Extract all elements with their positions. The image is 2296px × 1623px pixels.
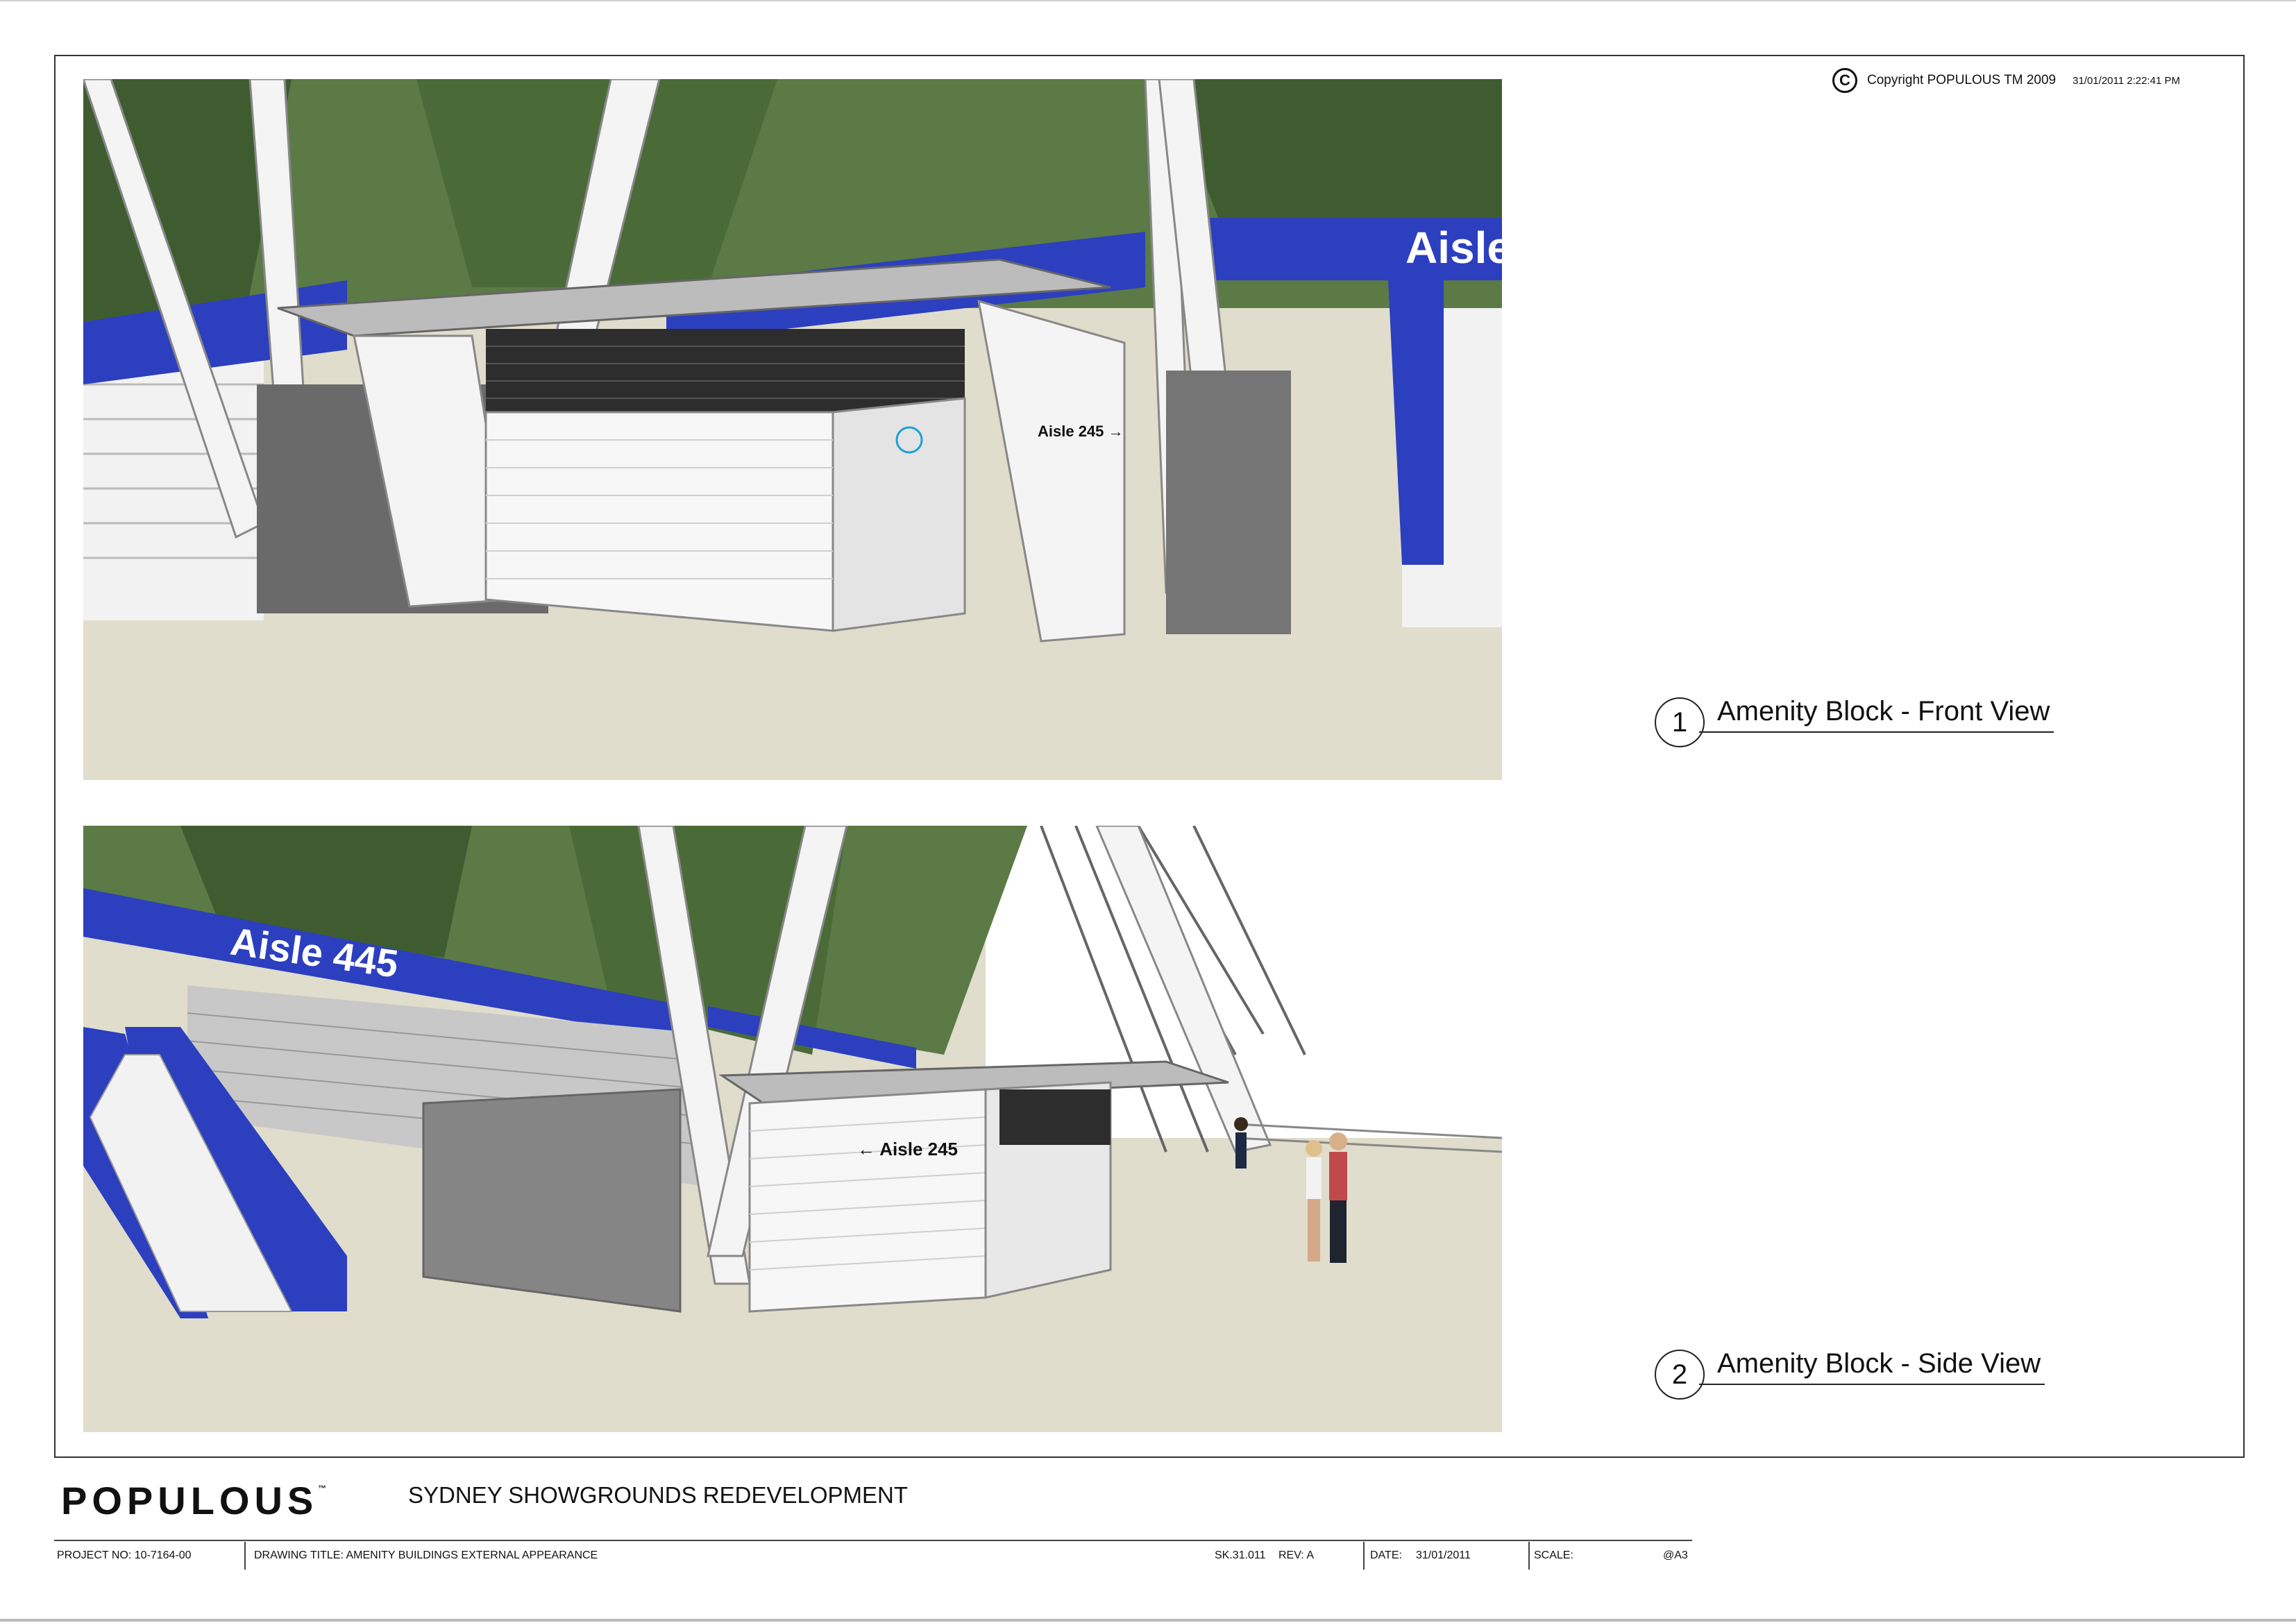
render-front-view: Aisle Aisle 245 →: [83, 79, 1502, 780]
date-label: DATE:: [1370, 1549, 1402, 1561]
view-1-callout: 1 Amenity Block - Front View: [1655, 696, 2054, 747]
aisle-245-sign-side: ← Aisle 245: [857, 1139, 958, 1159]
logo-text: POPULOUS: [61, 1479, 319, 1522]
render-side-view: Aisle 445 ← Aisle 245: [83, 826, 1502, 1432]
revision: REV: A: [1278, 1549, 1314, 1561]
view-2-callout: 2 Amenity Block - Side View: [1655, 1348, 2045, 1400]
copyright-text: Copyright POPULOUS TM 2009: [1867, 73, 2057, 87]
copyright-block: C Copyright POPULOUS TM 2009 31/01/2011 …: [1832, 65, 2180, 96]
project-title: SYDNEY SHOWGROUNDS REDEVELOPMENT: [408, 1482, 909, 1508]
drawing-title: DRAWING TITLE: AMENITY BUILDINGS EXTERNA…: [254, 1549, 598, 1561]
view-1-number: 1: [1655, 697, 1705, 747]
scale-label: SCALE:: [1534, 1549, 1573, 1561]
title-block-divider: [1528, 1542, 1530, 1570]
sheet-number: SK.31.011: [1215, 1549, 1266, 1561]
view-1-title: Amenity Block - Front View: [1699, 693, 2054, 733]
top-border-line: [0, 0, 2296, 1]
copyright-timestamp: 31/01/2011 2:22:41 PM: [2073, 74, 2180, 87]
aisle-sign-front: Aisle: [1406, 223, 1502, 273]
title-block-rule: [54, 1540, 1692, 1541]
date-value: 31/01/2011: [1416, 1549, 1471, 1561]
view-2-title: Amenity Block - Side View: [1699, 1345, 2045, 1385]
front-view-illustration: Aisle Aisle 245 →: [83, 79, 1502, 780]
title-block-divider: [1363, 1542, 1365, 1570]
bottom-border-line: [0, 1619, 2296, 1622]
populous-logo: POPULOUS™: [61, 1478, 326, 1523]
title-block-divider: [244, 1542, 246, 1570]
copyright-icon: C: [1832, 68, 1857, 93]
side-view-illustration: Aisle 445 ← Aisle 245: [83, 826, 1502, 1432]
logo-trademark: ™: [318, 1484, 327, 1493]
project-number: PROJECT NO: 10-7164-00: [57, 1549, 192, 1561]
aisle-245-sign-front: Aisle 245 →: [1038, 423, 1124, 440]
paper-size: @A3: [1663, 1549, 1688, 1561]
view-2-number: 2: [1655, 1350, 1705, 1400]
